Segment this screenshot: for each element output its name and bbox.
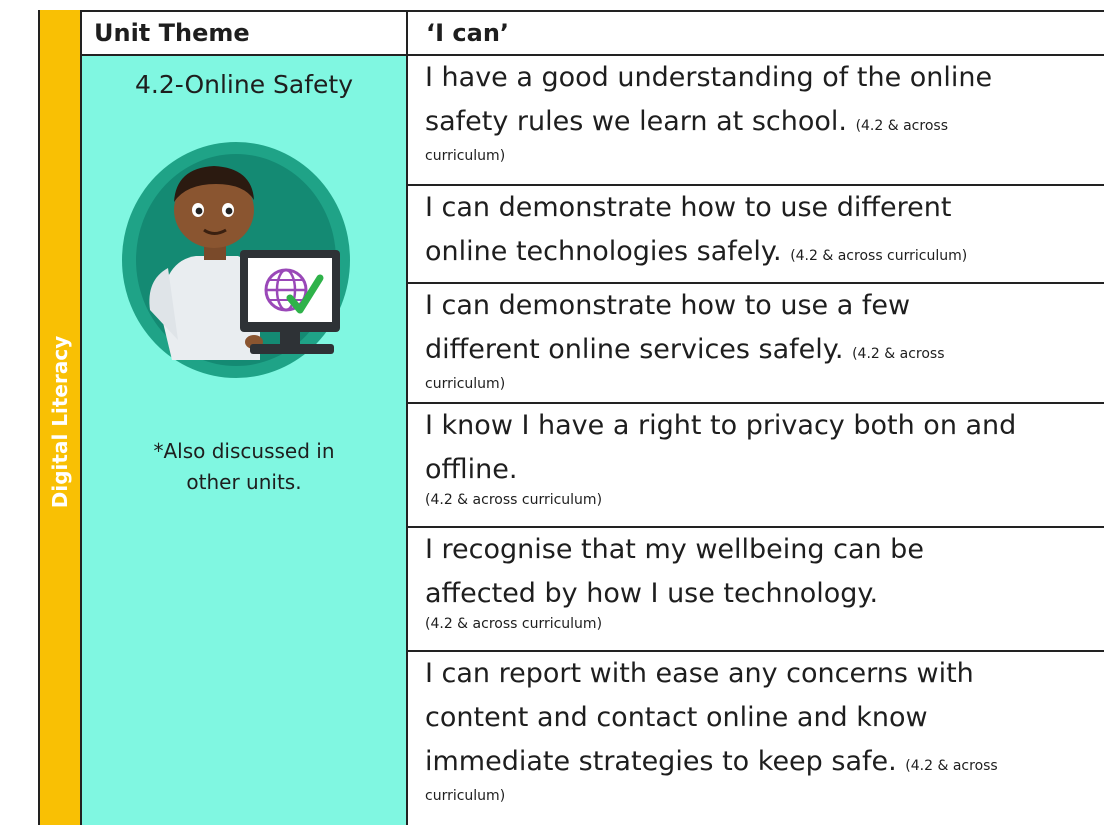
statement-text-part: immediate strategies to keep safe. <box>425 746 897 777</box>
statement-row: I can report with ease any concerns with… <box>408 652 1104 825</box>
statement-note: (4.2 & across curriculum) <box>425 492 603 508</box>
statement-note: (4.2 & across <box>905 758 998 774</box>
statement-text: I have a good understanding of the onlin… <box>425 62 993 93</box>
theme-note: *Also discussed in other units. <box>82 436 406 498</box>
statement-text: I can report with ease any concerns with <box>425 658 974 689</box>
statement-text: immediate strategies to keep safe. (4.2 … <box>425 740 1104 788</box>
statement-note: curriculum) <box>425 376 506 392</box>
statement-text: I can demonstrate how to use different <box>425 192 952 223</box>
statement-text: different online services safely. (4.2 &… <box>425 328 1104 376</box>
unit-table: Digital Literacy Unit Theme ‘I can’ 4.2-… <box>0 0 1104 825</box>
header-unit-theme: Unit Theme <box>82 10 408 56</box>
boy-at-computer-icon <box>122 142 350 378</box>
statement-note: (4.2 & across <box>852 346 945 362</box>
statement-text-part: different online services safely. <box>425 334 844 365</box>
statement-text-part: online technologies safely. <box>425 236 782 267</box>
statement-row: I recognise that my wellbeing can be aff… <box>408 528 1104 652</box>
statement-text: I recognise that my wellbeing can be <box>425 534 924 565</box>
statement-note: curriculum) <box>425 148 506 164</box>
theme-note-line-1: *Also discussed in <box>153 439 335 463</box>
theme-note-line-2: other units. <box>186 470 302 494</box>
statement-text: online technologies safely. (4.2 & acros… <box>425 230 1104 278</box>
statement-note: (4.2 & across <box>855 118 948 134</box>
statement-row: I can demonstrate how to use different o… <box>408 186 1104 284</box>
statement-note: curriculum) <box>425 788 506 804</box>
statement-text: affected by how I use technology. <box>425 578 879 609</box>
statement-text: content and contact online and know <box>425 702 928 733</box>
statement-text: I can demonstrate how to use a few <box>425 290 911 321</box>
theme-column: 4.2-Online Safety *Also discussed in oth… <box>82 56 408 825</box>
strand-label: Digital Literacy <box>48 335 72 509</box>
statement-text: safety rules we learn at school. (4.2 & … <box>425 100 1104 148</box>
statement-text: I know I have a right to privacy both on… <box>425 410 1017 441</box>
header-i-can: ‘I can’ <box>408 10 1104 56</box>
statement-row: I have a good understanding of the onlin… <box>408 56 1104 186</box>
strand-column: Digital Literacy <box>38 10 82 825</box>
statement-note: (4.2 & across curriculum) <box>425 616 603 632</box>
statement-row: I can demonstrate how to use a few diffe… <box>408 284 1104 404</box>
statements-column: I have a good understanding of the onlin… <box>408 56 1104 825</box>
theme-title: 4.2-Online Safety <box>134 70 354 99</box>
statement-row: I know I have a right to privacy both on… <box>408 404 1104 528</box>
statement-text: offline. <box>425 454 518 485</box>
statement-note: (4.2 & across curriculum) <box>790 248 968 264</box>
statement-text-part: safety rules we learn at school. <box>425 106 847 137</box>
